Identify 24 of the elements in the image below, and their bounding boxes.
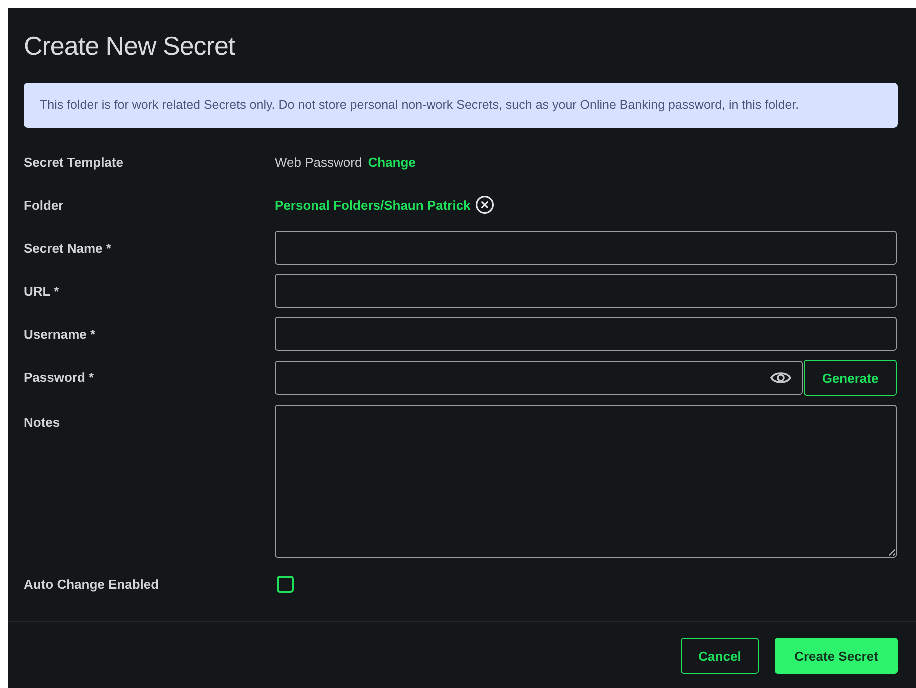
info-notice: This folder is for work related Secrets only. Do not store personal non-work Secrets, such as your Online Banking password, in this folder. <box>24 83 898 128</box>
checkbox[interactable] <box>277 576 294 592</box>
field-label: Auto Change Enabled <box>24 576 160 592</box>
field-label: URL * <box>24 284 60 298</box>
text-field[interactable] <box>275 317 897 351</box>
field-label: Secret Name * <box>24 240 112 256</box>
text-field[interactable] <box>275 231 897 265</box>
generate-button[interactable]: Generate <box>804 360 897 396</box>
text-field[interactable] <box>275 274 897 308</box>
field-label: Folder <box>24 198 64 212</box>
dialog-title: Create New Secret <box>23 30 236 62</box>
field-label: Notes <box>24 415 60 430</box>
template-name: Web Password <box>275 154 362 170</box>
password-field[interactable] <box>275 361 803 395</box>
cancel-button[interactable]: Cancel <box>681 638 759 674</box>
folder-link[interactable]: Personal Folders/Shaun Patrick <box>275 198 471 212</box>
field-label: Secret Template <box>24 154 124 170</box>
eye-icon[interactable] <box>770 370 792 386</box>
change-link[interactable]: Change <box>368 154 416 170</box>
clear-icon[interactable] <box>474 195 495 215</box>
field-label: Username * <box>24 326 96 342</box>
create-button[interactable]: Create Secret <box>775 638 898 674</box>
notes-field[interactable] <box>275 405 897 558</box>
field-label: Password * <box>24 370 94 384</box>
